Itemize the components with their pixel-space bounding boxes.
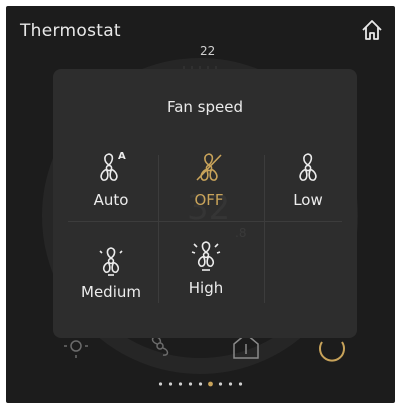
pager-dot[interactable] <box>178 382 183 386</box>
fan-option-medium[interactable]: Medium <box>61 241 161 311</box>
pager-dot[interactable] <box>228 382 233 386</box>
pager-dot[interactable] <box>198 382 203 386</box>
pager-dot[interactable] <box>168 382 173 386</box>
thermostat-panel: 40 Thermostat 22 Fan speed <box>6 6 395 403</box>
option-label: OFF <box>194 191 224 209</box>
power-icon <box>319 341 345 362</box>
fan-option-low[interactable]: Low <box>258 149 357 219</box>
option-label: High <box>188 279 224 297</box>
fan-auto-icon: A <box>100 151 126 181</box>
home-icon[interactable] <box>361 19 383 41</box>
fan-speed-dialog: Fan speed 32 .8 A Auto OFF Low Medium Hi… <box>53 69 357 338</box>
fan-high-icon <box>191 241 221 271</box>
fan-option-high[interactable]: High <box>156 235 256 305</box>
option-label: Auto <box>93 191 129 209</box>
pager-dot[interactable] <box>238 382 243 386</box>
option-label: Low <box>293 191 323 209</box>
fan-icon <box>151 336 169 356</box>
dialog-title: Fan speed <box>166 98 244 116</box>
page-indicator[interactable] <box>6 378 395 390</box>
pager-dot[interactable] <box>218 382 223 386</box>
option-label: Medium <box>81 283 141 301</box>
fan-option-auto[interactable]: A Auto <box>61 149 161 219</box>
fan-medium-icon <box>99 247 123 276</box>
pager-dot[interactable] <box>208 381 213 387</box>
setpoint-value: 22 <box>200 44 216 58</box>
fan-low-icon <box>299 153 317 181</box>
svg-text:A: A <box>118 151 126 162</box>
pager-dot[interactable] <box>158 382 163 386</box>
page-title: Thermostat <box>20 21 121 41</box>
pager-dot[interactable] <box>188 382 193 386</box>
fan-option-off[interactable]: OFF <box>159 149 259 219</box>
fan-off-icon <box>196 153 222 181</box>
